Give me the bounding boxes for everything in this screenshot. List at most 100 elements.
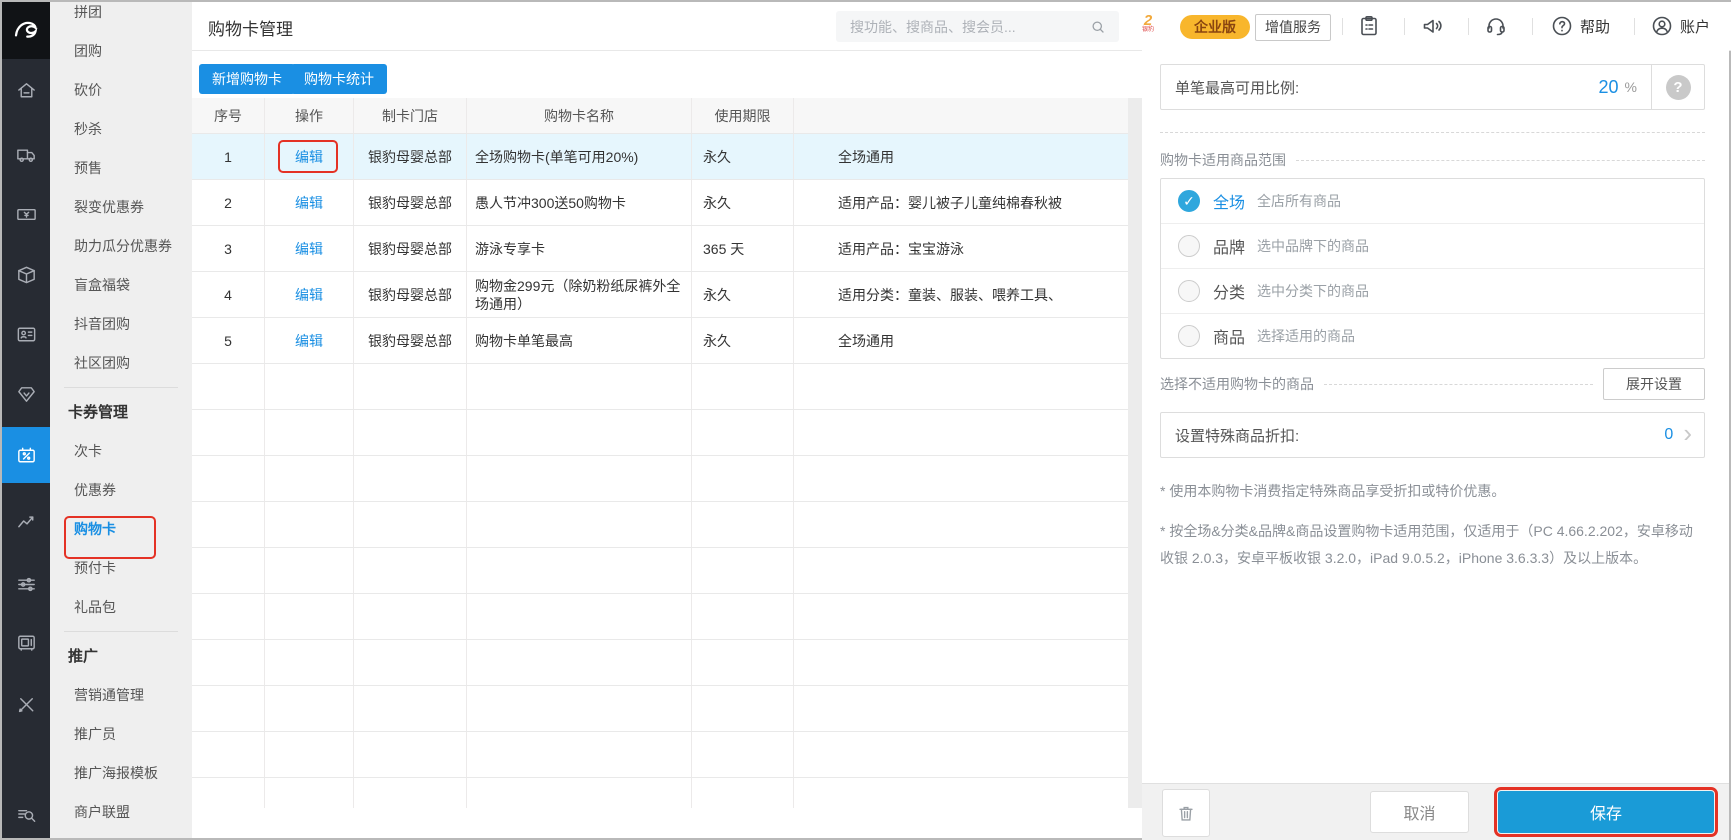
sidebar-item-douyin[interactable]: 抖音团购 — [50, 305, 192, 344]
scope-option-product[interactable]: 商品 选择适用的商品 — [1161, 314, 1704, 358]
diamond-icon[interactable] — [2, 374, 50, 414]
sidebar-item-yushou[interactable]: 预售 — [50, 149, 192, 188]
account-button[interactable]: 账户 — [1650, 14, 1710, 38]
sidebar-item-miaosha[interactable]: 秒杀 — [50, 110, 192, 149]
sidebar-item-yingxiaotong[interactable]: 营销通管理 — [50, 676, 192, 715]
sidebar-item-gift-pack[interactable]: 礼品包 — [50, 588, 192, 627]
special-discount-row[interactable]: 设置特殊商品折扣: 0 › — [1160, 412, 1705, 458]
edition-badge[interactable]: 企业版 — [1180, 15, 1250, 39]
panel-footer: 取消 保存 — [1142, 783, 1729, 840]
table-scrollbar[interactable] — [1128, 98, 1142, 808]
sidebar-item-liebian-coupon[interactable]: 裂变优惠券 — [50, 188, 192, 227]
col-header-scope — [794, 98, 1128, 133]
add-shopping-card-button[interactable]: 新增购物卡 — [199, 64, 295, 94]
cell-index: 5 — [192, 318, 265, 363]
safe-box-icon[interactable] — [2, 622, 50, 662]
marketing-icon-active[interactable] — [2, 427, 50, 483]
package-icon[interactable] — [2, 254, 50, 294]
cell-scope: 适用产品：宝宝游泳 — [838, 240, 964, 257]
sidebar-item-shopping-card[interactable]: 购物卡 — [50, 510, 192, 549]
app-logo[interactable] — [2, 2, 50, 59]
sidebar-item-zhuli-coupon[interactable]: 助力瓜分优惠券 — [50, 227, 192, 266]
pospal-logo-icon — [14, 21, 38, 38]
sidebar-item-shequ[interactable]: 社区团购 — [50, 344, 192, 383]
col-header-index: 序号 — [192, 98, 265, 133]
customer-service-icon[interactable] — [1484, 14, 1508, 38]
radio-unchecked-icon — [1178, 280, 1200, 302]
sidebar-active-label: 购物卡 — [74, 521, 116, 537]
sidebar-item-promoter[interactable]: 推广员 — [50, 715, 192, 754]
max-ratio-help[interactable]: ? — [1651, 65, 1704, 109]
col-header-validity: 使用期限 — [692, 98, 794, 133]
edit-link[interactable]: 编辑 — [295, 193, 323, 213]
topbar-separator — [1532, 18, 1533, 35]
home-icon[interactable] — [2, 70, 50, 110]
sidebar-item-manghe[interactable]: 盲盒福袋 — [50, 266, 192, 305]
cell-name: 购物金299元（除奶粉纸尿裤外全场通用） — [467, 272, 692, 317]
search-icon — [1092, 20, 1104, 33]
edit-link[interactable]: 编辑 — [295, 147, 323, 167]
sidebar-item-cika[interactable]: 次卡 — [50, 432, 192, 471]
account-label: 账户 — [1680, 18, 1711, 36]
money-icon[interactable] — [2, 194, 50, 234]
empty-table-row — [192, 640, 1128, 686]
search-list-icon[interactable] — [2, 794, 50, 834]
topbar-separator — [1404, 18, 1405, 35]
cell-store: 银豹母婴总部 — [354, 226, 467, 271]
sidebar-divider — [64, 631, 178, 632]
exclude-section-row: 选择不适用购物卡的商品 展开设置 — [1160, 368, 1705, 400]
radio-unchecked-icon — [1178, 235, 1200, 257]
cell-index: 1 — [192, 134, 265, 179]
shopping-card-stats-button[interactable]: 购物卡统计 — [291, 64, 387, 94]
value-added-service-button[interactable]: 增值服务 — [1255, 14, 1331, 41]
cell-name: 购物卡单笔最高 — [467, 318, 692, 363]
option-desc: 选中品牌下的商品 — [1257, 238, 1370, 254]
edit-link[interactable]: 编辑 — [295, 331, 323, 351]
scope-option-category[interactable]: 分类 选中分类下的商品 — [1161, 269, 1704, 314]
sidebar-item-kanjia[interactable]: 砍价 — [50, 71, 192, 110]
sidebar: 拼团 团购 砍价 秒杀 预售 裂变优惠券 助力瓜分优惠券 盲盒福袋 抖音团购 社… — [50, 2, 192, 838]
delivery-icon[interactable] — [2, 134, 50, 174]
save-button[interactable]: 保存 — [1494, 787, 1718, 837]
empty-table-row — [192, 732, 1128, 778]
analytics-icon[interactable] — [2, 500, 50, 540]
design-tools-icon[interactable] — [2, 684, 50, 724]
max-ratio-label: 单笔最高可用比例: — [1175, 79, 1300, 97]
announcement-icon[interactable]: 1336 — [1420, 14, 1444, 38]
sidebar-item-merchant-alliance[interactable]: 商户联盟 — [50, 793, 192, 832]
settings-sliders-icon[interactable] — [2, 564, 50, 604]
help-button[interactable]: 帮助 — [1550, 14, 1610, 38]
table-row: 3 编辑 银豹母婴总部 游泳专享卡 365 天 适用产品：宝宝游泳 — [192, 226, 1128, 272]
table-row: 5 编辑 银豹母婴总部 购物卡单笔最高 永久 全场通用 — [192, 318, 1128, 364]
dashed-divider — [1296, 159, 1705, 161]
sidebar-item-tuangou[interactable]: 团购 — [50, 32, 192, 71]
empty-table-row — [192, 686, 1128, 732]
member-card-icon[interactable] — [2, 314, 50, 354]
sidebar-item-coupon[interactable]: 优惠券 — [50, 471, 192, 510]
sidebar-item-poster-template[interactable]: 推广海报模板 — [50, 754, 192, 793]
cell-name: 全场购物卡(单笔可用20%) — [467, 134, 692, 179]
empty-table-row — [192, 778, 1128, 808]
cell-store: 银豹母婴总部 — [354, 272, 467, 317]
delete-button[interactable] — [1162, 789, 1210, 837]
trash-icon — [1179, 806, 1193, 821]
table-row: 2 编辑 银豹母婴总部 愚人节冲300送50购物卡 永久 适用产品：婴儿被子儿童… — [192, 180, 1128, 226]
edit-link[interactable]: 编辑 — [295, 239, 323, 259]
guide-icon[interactable]: 2 银豹 — [1137, 13, 1159, 33]
scope-option-brand[interactable]: 品牌 选中品牌下的商品 — [1161, 224, 1704, 269]
max-ratio-value[interactable]: 20 — [1599, 77, 1619, 98]
tasks-clipboard-icon[interactable] — [1357, 14, 1381, 38]
option-label: 品牌 — [1213, 240, 1246, 257]
empty-table-row — [192, 410, 1128, 456]
edit-link[interactable]: 编辑 — [295, 285, 323, 305]
version-note: * 按全场&分类&品牌&商品设置购物卡适用范围，仅适用于（PC 4.66.2.2… — [1160, 523, 1693, 566]
sidebar-item-pintuan[interactable]: 拼团 — [50, 2, 192, 32]
page-title: 购物卡管理 — [208, 20, 293, 39]
scope-option-all[interactable]: ✓ 全场 全店所有商品 — [1161, 179, 1704, 224]
scope-section-header: 购物卡适用商品范围 — [1160, 150, 1705, 170]
option-label: 商品 — [1213, 330, 1246, 347]
expand-settings-button[interactable]: 展开设置 — [1603, 368, 1705, 400]
cancel-button[interactable]: 取消 — [1370, 791, 1469, 833]
sidebar-item-prepaid-card[interactable]: 预付卡 — [50, 549, 192, 588]
global-search-input[interactable]: 搜功能、搜商品、搜会员... — [836, 11, 1119, 42]
